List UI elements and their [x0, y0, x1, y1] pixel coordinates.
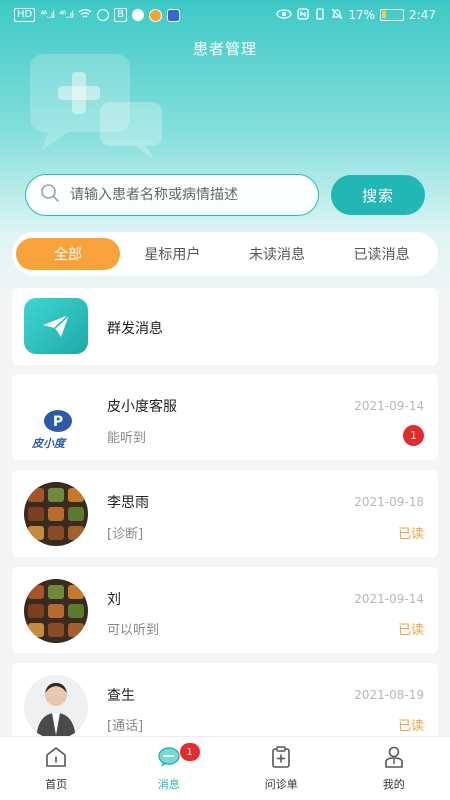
message-date: 2021-09-14: [354, 592, 424, 606]
sync-icon: [97, 9, 110, 21]
list-item[interactable]: 刘 2021-09-14 可以听到 已读: [12, 567, 438, 653]
signal-icon: ⁴⁶..ıl: [40, 9, 55, 21]
search-box[interactable]: [25, 174, 319, 216]
chat-icon: [157, 746, 181, 772]
location-icon: [131, 9, 144, 21]
filter-tabs: 全部 星标用户 未读消息 已读消息: [12, 232, 438, 276]
read-status: 已读: [397, 719, 424, 734]
status-bar: HD ⁴⁶..ıl ⁴⁶..ıl B 17% 2:47: [0, 0, 450, 30]
contact-name: 皮小度客服: [107, 399, 177, 415]
mass-message-card[interactable]: 群发消息: [12, 288, 438, 365]
battery-icon: [380, 9, 405, 21]
avatar: [24, 675, 88, 739]
mute-icon: [331, 8, 343, 23]
shield-icon: [166, 8, 180, 22]
vibrate-icon: [314, 7, 326, 23]
list-item[interactable]: 李思雨 2021-09-18 [诊断] 已读: [12, 470, 438, 557]
last-message: [通话]: [107, 719, 144, 734]
clock: 2:47: [409, 8, 436, 22]
signal-icon-2: ⁴⁶..ıl: [59, 9, 74, 21]
brand-logo-text: 皮小度: [32, 437, 65, 449]
avatar: [24, 579, 88, 643]
home-icon: [44, 746, 68, 772]
search-input[interactable]: [70, 187, 300, 203]
clipboard-icon: [269, 745, 293, 772]
nfc-icon: [297, 7, 310, 23]
b-app-icon: B: [114, 8, 127, 22]
tab-starred-users[interactable]: 星标用户: [120, 238, 225, 270]
bottom-nav: 首页 1 消息 问诊单 我的: [0, 736, 450, 800]
nav-profile-label: 我的: [382, 777, 405, 791]
message-date: 2021-08-19: [354, 688, 424, 702]
contact-name: 刘: [107, 592, 121, 608]
nav-consultation-label: 问诊单: [264, 777, 298, 791]
avatar: P 皮小度: [24, 385, 88, 449]
read-status: 已读: [397, 623, 424, 638]
nav-home[interactable]: 首页: [0, 737, 113, 800]
avatar: [24, 482, 88, 546]
search-button[interactable]: 搜索: [331, 175, 425, 215]
nav-home-label: 首页: [45, 777, 68, 791]
read-status: 已读: [397, 527, 424, 542]
nav-messages[interactable]: 1 消息: [113, 737, 226, 800]
tab-all[interactable]: 全部: [16, 238, 120, 270]
nav-consultation-form[interactable]: 问诊单: [225, 737, 338, 800]
nav-message-badge: 1: [179, 743, 200, 761]
eye-icon: [276, 8, 293, 22]
nav-profile[interactable]: 我的: [338, 737, 450, 800]
list-item[interactable]: P 皮小度 皮小度客服 2021-09-14 能听到 1: [12, 374, 438, 460]
unread-badge: 1: [403, 425, 424, 446]
nav-messages-label: 消息: [157, 777, 180, 791]
message-date: 2021-09-18: [354, 495, 424, 509]
last-message: 可以听到: [107, 623, 160, 638]
last-message: [诊断]: [107, 527, 144, 542]
tab-unread[interactable]: 未读消息: [225, 238, 330, 270]
tab-read[interactable]: 已读消息: [329, 238, 434, 270]
medical-chat-illustration: [30, 54, 162, 160]
contact-name: 李思雨: [107, 495, 149, 511]
message-date: 2021-09-14: [354, 399, 424, 413]
contact-name: 查生: [107, 688, 135, 704]
battery-percent: 17%: [348, 8, 376, 22]
weibo-icon: [148, 8, 162, 22]
paper-plane-icon: [24, 298, 88, 354]
last-message: 能听到: [107, 431, 147, 446]
mass-message-label: 群发消息: [107, 321, 163, 337]
doctor-icon: [382, 746, 406, 772]
hd-indicator: HD: [14, 8, 36, 22]
wifi-icon: [78, 8, 92, 22]
svg-text:P: P: [53, 414, 63, 430]
search-icon: [40, 183, 60, 207]
